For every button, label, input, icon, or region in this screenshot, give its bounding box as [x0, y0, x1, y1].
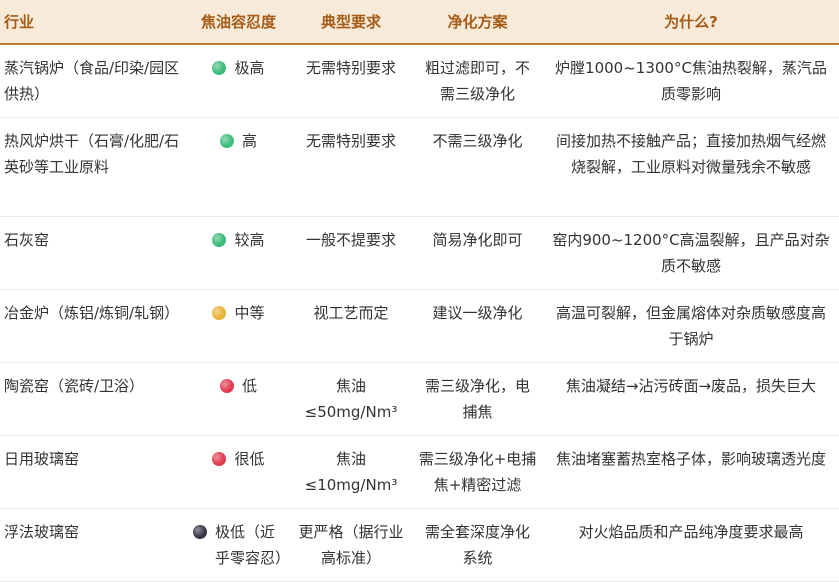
- cell-requirement: 更严格（据行业高标准）: [290, 508, 412, 582]
- cell-solution: 简易净化即可: [412, 216, 543, 290]
- header-reason: 为什么?: [543, 0, 839, 45]
- cell-solution: 不需三级净化: [412, 117, 543, 217]
- cell-solution: 建议一级净化: [412, 289, 543, 363]
- cell-requirement: 视工艺而定: [290, 289, 412, 363]
- cell-tolerance: 较高: [187, 216, 290, 290]
- tolerance-label: 很低: [234, 449, 265, 468]
- cell-requirement: 无需特别要求: [290, 117, 412, 217]
- cell-reason: 高温可裂解，但金属熔体对杂质敏感度高于锅炉: [543, 289, 839, 363]
- cell-tolerance: 中等: [187, 289, 290, 363]
- cell-industry: 冶金炉（炼铝/炼铜/轧钢）: [0, 289, 187, 363]
- header-requirement: 典型要求: [290, 0, 412, 45]
- cell-reason: 对火焰品质和产品纯净度要求最高: [543, 508, 839, 582]
- cell-reason: 炉膛1000~1300°C焦油热裂解，蒸汽品质零影响: [543, 44, 839, 118]
- cell-solution: 需全套深度净化系统: [412, 508, 543, 582]
- cell-solution: 粗过滤即可，不需三级净化: [412, 44, 543, 118]
- cell-tolerance: 很低: [187, 435, 290, 509]
- tolerance-dot-icon: [212, 305, 227, 320]
- table-row: 蒸汽锅炉（食品/印染/园区供热） 极高 无需特别要求 粗过滤即可，不需三级净化 …: [0, 44, 839, 118]
- cell-industry: 蒸汽锅炉（食品/印染/园区供热）: [0, 44, 187, 118]
- cell-solution: 需三级净化，电捕焦: [412, 362, 543, 436]
- table-row: 石灰窑 较高 一般不提要求 简易净化即可 窑内900~1200°C高温裂解，且产…: [0, 216, 839, 290]
- table-row: 日用玻璃窑 很低 焦油≤10mg/Nm³ 需三级净化+电捕焦+精密过滤 焦油堵塞…: [0, 435, 839, 509]
- cell-tolerance: 极低（近乎零容忍）: [187, 508, 291, 582]
- cell-reason: 焦油凝结→沾污砖面→废品，损失巨大: [543, 362, 839, 436]
- cell-requirement: 焦油≤10mg/Nm³: [290, 435, 412, 509]
- cell-industry: 热风炉烘干（石膏/化肥/石英砂等工业原料: [0, 117, 187, 217]
- cell-industry: 日用玻璃窑: [0, 435, 187, 509]
- cell-reason: 焦油堵塞蓄热室格子体，影响玻璃透光度: [543, 435, 839, 509]
- cell-tolerance: 极高: [187, 44, 290, 118]
- tolerance-dot-icon: [212, 451, 227, 466]
- tolerance-dot-icon: [219, 133, 234, 148]
- header-tolerance: 焦油容忍度: [187, 0, 290, 45]
- tolerance-dot-icon: [212, 61, 227, 75]
- table-row: 浮法玻璃窑 极低（近乎零容忍） 更严格（据行业高标准） 需全套深度净化系统 对火…: [0, 508, 839, 582]
- cell-industry: 陶瓷窑（瓷砖/卫浴）: [0, 362, 187, 436]
- cell-industry: 石灰窑: [0, 216, 187, 290]
- cell-reason: 窑内900~1200°C高温裂解，且产品对杂质不敏感: [543, 216, 839, 290]
- table-row: 冶金炉（炼铝/炼铜/轧钢） 中等 视工艺而定 建议一级净化 高温可裂解，但金属熔…: [0, 289, 839, 363]
- cell-solution: 需三级净化+电捕焦+精密过滤: [412, 435, 543, 509]
- tolerance-label: 较高: [234, 230, 265, 249]
- tolerance-label: 高: [241, 131, 257, 150]
- cell-requirement: 一般不提要求: [290, 216, 412, 290]
- tolerance-label: 低: [241, 376, 257, 395]
- tolerance-label: 极低（近乎零容忍）: [215, 522, 291, 567]
- header-solution: 净化方案: [412, 0, 543, 45]
- tolerance-dot-icon: [193, 524, 207, 539]
- table-row: 陶瓷窑（瓷砖/卫浴） 低 焦油≤50mg/Nm³ 需三级净化，电捕焦 焦油凝结→…: [0, 362, 839, 436]
- table-header-row: 行业 焦油容忍度 典型要求 净化方案 为什么?: [0, 0, 839, 45]
- header-industry: 行业: [0, 0, 187, 45]
- tolerance-label: 极高: [234, 59, 265, 77]
- cell-tolerance: 高: [187, 117, 290, 217]
- cell-tolerance: 低: [187, 362, 290, 436]
- cell-reason: 间接加热不接触产品；直接加热烟气经燃烧裂解，工业原料对微量残余不敏感: [543, 117, 839, 217]
- table-row: 热风炉烘干（石膏/化肥/石英砂等工业原料 高 无需特别要求 不需三级净化 间接加…: [0, 117, 839, 217]
- tolerance-dot-icon: [219, 378, 234, 393]
- tolerance-label: 中等: [234, 303, 265, 322]
- cell-requirement: 无需特别要求: [290, 44, 412, 118]
- industry-tar-tolerance-table: 行业 焦油容忍度 典型要求 净化方案 为什么? 蒸汽锅炉（食品/印染/园区供热）…: [0, 0, 839, 582]
- cell-industry: 浮法玻璃窑: [0, 508, 187, 582]
- cell-requirement: 焦油≤50mg/Nm³: [290, 362, 412, 436]
- tolerance-dot-icon: [212, 232, 227, 247]
